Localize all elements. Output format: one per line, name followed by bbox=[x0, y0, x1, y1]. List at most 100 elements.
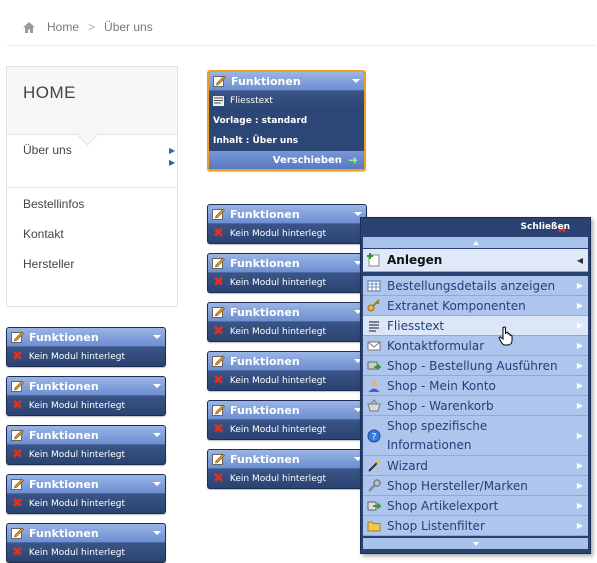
arrow-right-icon: ➜ bbox=[347, 153, 358, 167]
menu-item[interactable]: Shop - Mein Konto ▶ bbox=[363, 376, 588, 396]
menu-item[interactable]: Shop Listenfilter ▶ bbox=[363, 516, 588, 536]
widget-header[interactable]: Funktionen bbox=[208, 352, 366, 371]
edit-icon bbox=[11, 478, 24, 490]
widget-body: ✖ Kein Modul hinterlegt bbox=[208, 371, 366, 390]
function-widget[interactable]: Funktionen ✖ Kein Modul hinterlegt bbox=[207, 400, 367, 440]
function-widget[interactable]: Funktionen ✖ Kein Modul hinterlegt bbox=[6, 523, 166, 563]
no-module-text: Kein Modul hinterlegt bbox=[229, 228, 326, 239]
menu-item-label: Shop - Warenkorb bbox=[387, 398, 494, 413]
move-button[interactable]: Verschieben ➜ bbox=[209, 151, 364, 169]
widget-header[interactable]: Funktionen bbox=[208, 205, 366, 224]
widget-header[interactable]: Funktionen bbox=[7, 475, 165, 494]
function-widget[interactable]: Funktionen ✖ Kein Modul hinterlegt bbox=[207, 204, 367, 244]
menu-item[interactable]: Shop Artikelexport ▶ bbox=[363, 496, 588, 516]
svg-text:?: ? bbox=[372, 432, 377, 442]
function-widget[interactable]: Funktionen ✖ Kein Modul hinterlegt bbox=[6, 376, 166, 416]
close-label: Schließen bbox=[520, 222, 570, 232]
function-widget[interactable]: Funktionen ✖ Kein Modul hinterlegt bbox=[207, 302, 367, 342]
widget-title: Funktionen bbox=[230, 256, 300, 270]
header-divider bbox=[6, 45, 596, 46]
menu-item[interactable]: Shop Hersteller/Marken ▶ bbox=[363, 476, 588, 496]
chevron-right-icon: ▶ bbox=[576, 401, 583, 410]
menu-item[interactable]: Kontaktformular ▶ bbox=[363, 336, 588, 356]
edit-icon bbox=[11, 429, 24, 441]
widget-body: ✖ Kein Modul hinterlegt bbox=[208, 224, 366, 243]
function-widget[interactable]: Funktionen ✖ Kein Modul hinterlegt bbox=[207, 253, 367, 293]
text-icon bbox=[213, 96, 224, 106]
edit-icon bbox=[11, 527, 24, 539]
widget-header[interactable]: Funktionen bbox=[208, 450, 366, 469]
function-widget[interactable]: Funktionen ✖ Kein Modul hinterlegt bbox=[6, 327, 166, 367]
no-module-text: Kein Modul hinterlegt bbox=[28, 547, 125, 558]
function-widget-selected[interactable]: Funktionen Fliesstext Vorlage : standard… bbox=[207, 70, 366, 171]
menu-item[interactable]: Shop - Warenkorb ▶ bbox=[363, 396, 588, 416]
widget-header[interactable]: Funktionen bbox=[7, 377, 165, 396]
widget-title: Funktionen bbox=[29, 526, 99, 540]
dropdown-caret-icon[interactable] bbox=[153, 335, 161, 339]
sidebar-item-hersteller[interactable]: Hersteller bbox=[23, 257, 74, 271]
menu-item-label: Fliesstext bbox=[387, 318, 445, 333]
function-widget[interactable]: Funktionen ✖ Kein Modul hinterlegt bbox=[207, 351, 367, 391]
no-module-text: Kein Modul hinterlegt bbox=[28, 351, 125, 362]
text-icon bbox=[369, 320, 379, 332]
dropdown-caret-icon[interactable] bbox=[153, 384, 161, 388]
move-label: Verschieben bbox=[272, 154, 342, 166]
widget-title: Funktionen bbox=[230, 207, 300, 221]
menu-item-anlegen[interactable]: Anlegen ◀ bbox=[363, 249, 588, 272]
widget-header[interactable]: Funktionen bbox=[7, 426, 165, 445]
info-icon: ? bbox=[367, 429, 381, 442]
widget-body: ✖ Kein Modul hinterlegt bbox=[208, 420, 366, 439]
sidebar-item-kontakt[interactable]: Kontakt bbox=[23, 227, 64, 241]
menu-item[interactable]: Extranet Komponenten ▶ bbox=[363, 296, 588, 316]
function-widget[interactable]: Funktionen ✖ Kein Modul hinterlegt bbox=[6, 474, 166, 514]
menu-item[interactable]: Shop - Bestellung Ausführen ▶ bbox=[363, 356, 588, 376]
new-document-icon bbox=[367, 253, 380, 267]
scroll-down-button[interactable] bbox=[363, 538, 588, 549]
widget-body: ✖ Kein Modul hinterlegt bbox=[208, 322, 366, 341]
wand-icon bbox=[368, 459, 381, 472]
chevron-right-icon: ▶ bbox=[576, 461, 583, 470]
menu-item-label: Kontaktformular bbox=[387, 338, 485, 353]
widget-title: Funktionen bbox=[230, 403, 300, 417]
menu-item[interactable]: ? Shop spezifische Informationen ▶ bbox=[363, 416, 588, 456]
menu-item-label: Bestellungsdetails anzeigen bbox=[387, 278, 556, 293]
function-widget[interactable]: Funktionen ✖ Kein Modul hinterlegt bbox=[6, 425, 166, 465]
function-widget[interactable]: Funktionen ✖ Kein Modul hinterlegt bbox=[207, 449, 367, 489]
home-icon[interactable] bbox=[22, 21, 36, 34]
dropdown-caret-icon[interactable] bbox=[354, 212, 362, 216]
dropdown-caret-icon[interactable] bbox=[153, 433, 161, 437]
no-module-text: Kein Modul hinterlegt bbox=[229, 326, 326, 337]
edit-icon bbox=[212, 453, 225, 465]
edit-icon bbox=[11, 380, 24, 392]
dropdown-caret-icon[interactable] bbox=[153, 531, 161, 535]
sidebar-item-bestellinfos[interactable]: Bestellinfos bbox=[23, 197, 84, 211]
menu-item[interactable]: Wizard ▶ bbox=[363, 456, 588, 476]
widget-header[interactable]: Funktionen bbox=[208, 303, 366, 322]
error-x-icon: ✖ bbox=[213, 275, 224, 290]
widget-header[interactable]: Funktionen bbox=[209, 72, 364, 91]
breadcrumb-home-link[interactable]: Home bbox=[47, 20, 79, 34]
sidebar-title[interactable]: HOME bbox=[23, 83, 76, 103]
error-x-icon: ✖ bbox=[213, 324, 224, 339]
widget-header[interactable]: Funktionen bbox=[208, 401, 366, 420]
widget-body: ✖ Kein Modul hinterlegt bbox=[7, 396, 165, 415]
chevron-right-icon: ▶ bbox=[576, 281, 583, 290]
widget-body: ✖ Kein Modul hinterlegt bbox=[7, 494, 165, 513]
widget-title: Funktionen bbox=[231, 74, 301, 88]
widget-header[interactable]: Funktionen bbox=[7, 328, 165, 347]
dropdown-caret-icon[interactable] bbox=[352, 79, 360, 83]
chevron-right-icon: ▶ bbox=[576, 431, 583, 440]
menu-close-bar: ✖ Schließen bbox=[361, 218, 590, 236]
scroll-up-button[interactable] bbox=[363, 237, 588, 248]
menu-item-fliesstext[interactable]: Fliesstext ▶ bbox=[363, 316, 588, 336]
menu-item[interactable]: Bestellungsdetails anzeigen ▶ bbox=[363, 276, 588, 296]
dropdown-caret-icon[interactable] bbox=[153, 482, 161, 486]
sidebar-nav: HOME Über uns ▶ ▶ Bestellinfos Kontakt H… bbox=[6, 66, 178, 307]
widget-header[interactable]: Funktionen bbox=[208, 254, 366, 273]
wrench-icon bbox=[368, 478, 381, 492]
arrow-up-icon bbox=[472, 240, 479, 245]
widget-header[interactable]: Funktionen bbox=[7, 524, 165, 543]
widget-title: Funktionen bbox=[230, 305, 300, 319]
edit-icon bbox=[212, 257, 225, 269]
sidebar-item-ueber-uns[interactable]: Über uns bbox=[23, 143, 72, 157]
